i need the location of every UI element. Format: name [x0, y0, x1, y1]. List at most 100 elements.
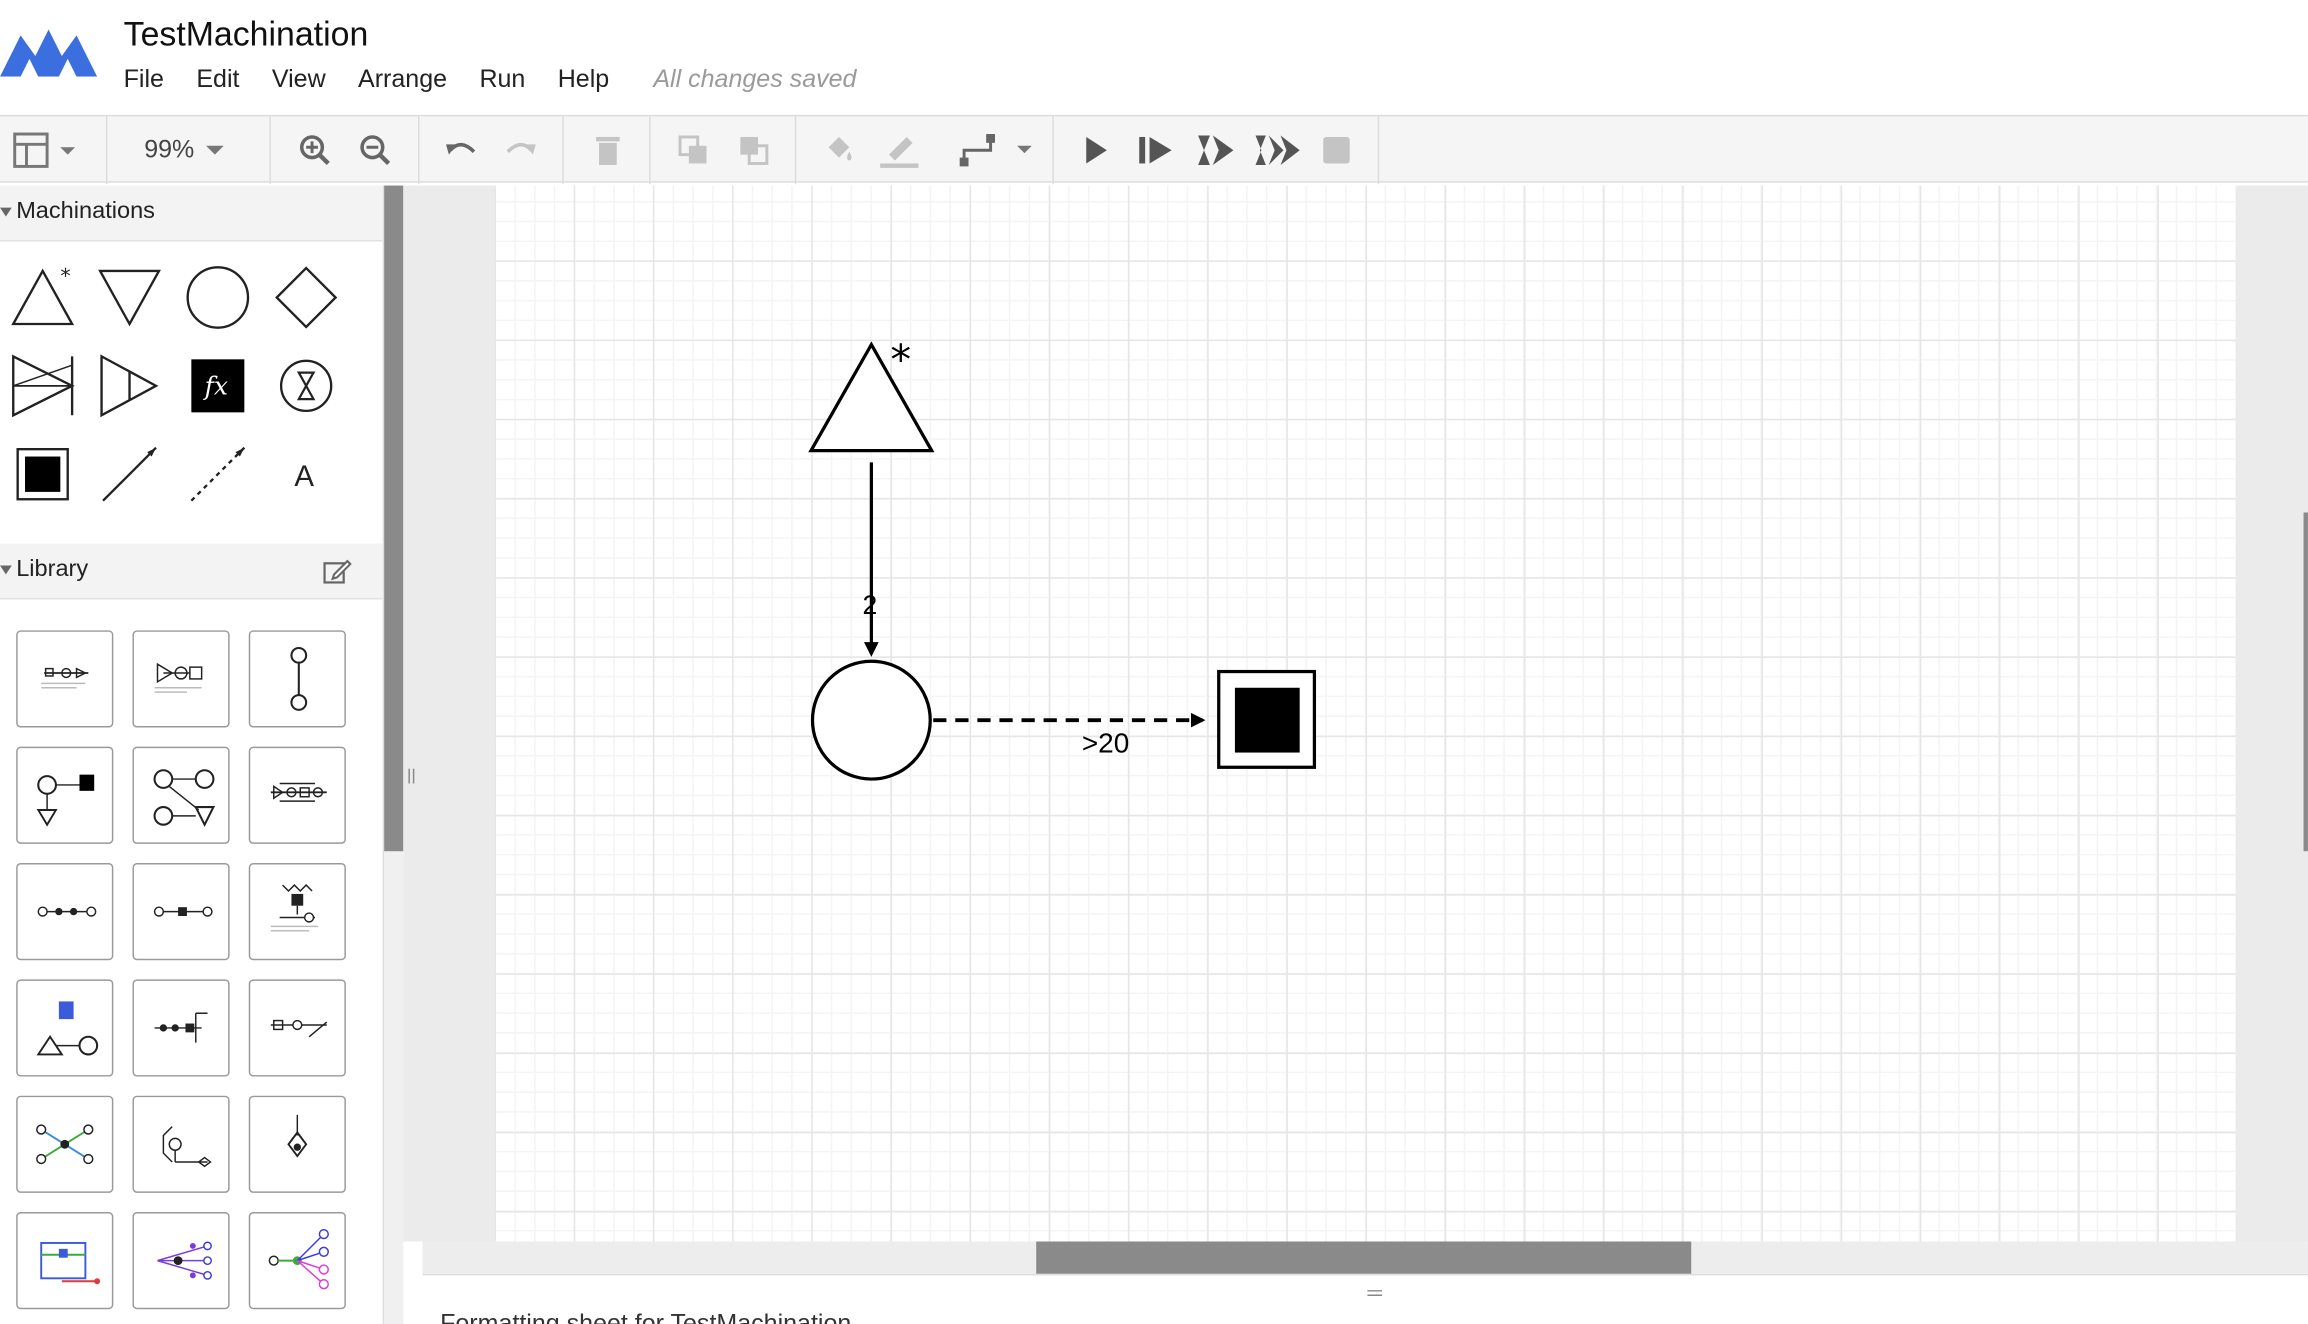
shapes-sidebar: Machinations * fx A Library — [0, 185, 385, 1324]
zoom-out-icon — [358, 133, 393, 168]
to-back-button[interactable] — [730, 116, 777, 184]
quick-run-icon — [1195, 131, 1236, 169]
svg-text:A: A — [294, 460, 314, 493]
resource-connection-label[interactable]: 2 — [863, 590, 878, 620]
library-item-17[interactable] — [132, 1212, 230, 1310]
zoom-out-button[interactable] — [352, 116, 399, 184]
fill-color-button[interactable] — [815, 116, 862, 184]
pool-node[interactable] — [810, 659, 932, 781]
multiple-run-button[interactable] — [1250, 116, 1306, 184]
zoom-dropdown[interactable]: 99% — [121, 116, 253, 184]
chevron-down-icon — [206, 145, 224, 155]
line-color-button[interactable] — [874, 116, 924, 184]
menu-arrange[interactable]: Arrange — [358, 65, 447, 94]
panel-grip-icon[interactable] — [1364, 1278, 1385, 1305]
gate-shape[interactable] — [274, 265, 339, 330]
to-front-button[interactable] — [670, 116, 717, 184]
drain-shape[interactable] — [97, 265, 162, 330]
menu-edit[interactable]: Edit — [196, 65, 239, 94]
library-item-4[interactable] — [16, 746, 114, 844]
trader-shape[interactable] — [97, 353, 162, 418]
zoom-in-icon — [297, 133, 332, 168]
library-item-9[interactable] — [248, 863, 346, 961]
library-item-15[interactable] — [248, 1095, 346, 1193]
library-item-12[interactable] — [248, 979, 346, 1077]
machinations-section-title: Machinations — [16, 198, 155, 224]
document-title[interactable]: TestMachination — [124, 15, 369, 55]
format-panel-icon — [10, 131, 78, 169]
state-connection-shape[interactable] — [185, 442, 250, 507]
step-icon — [1136, 133, 1174, 168]
library-item-18[interactable] — [248, 1212, 346, 1310]
menu-bar: File Edit View Arrange Run Help All chan… — [124, 63, 857, 95]
zoom-in-button[interactable] — [291, 116, 338, 184]
library-item-6[interactable] — [248, 746, 346, 844]
menu-help[interactable]: Help — [558, 65, 609, 94]
library-item-1[interactable] — [16, 630, 114, 728]
canvas-vertical-scrollbar[interactable] — [2303, 512, 2308, 852]
sidebar-scrollbar-thumb[interactable] — [384, 185, 404, 852]
library-item-7[interactable] — [16, 863, 114, 961]
svg-text:*: * — [60, 265, 70, 288]
zoom-level: 99% — [144, 135, 195, 164]
library-section-header[interactable]: Library — [0, 543, 383, 600]
library-item-16[interactable] — [16, 1212, 114, 1310]
stop-button[interactable] — [1316, 116, 1357, 184]
diagram-canvas[interactable]: * 2 >20 — [403, 185, 2308, 1242]
diagram-layer: * 2 >20 — [808, 336, 1317, 781]
end-condition-node[interactable] — [1217, 669, 1317, 769]
play-icon — [1080, 133, 1109, 168]
library-item-8[interactable] — [132, 863, 230, 961]
fill-color-icon — [821, 133, 856, 168]
to-back-icon — [736, 133, 771, 168]
splitter-grip-icon[interactable] — [406, 766, 418, 794]
waypoints-button[interactable] — [954, 116, 1039, 184]
collapse-caret-icon — [0, 565, 12, 575]
to-front-icon — [676, 133, 711, 168]
machinations-section-header[interactable]: Machinations — [0, 185, 383, 242]
register-shape[interactable]: fx — [191, 359, 245, 413]
source-node[interactable]: * — [808, 336, 935, 453]
menu-run[interactable]: Run — [479, 65, 525, 94]
undo-button[interactable] — [437, 116, 484, 184]
toolbar: 99% — [0, 114, 2308, 185]
delete-button[interactable] — [584, 116, 631, 184]
machinations-logo-icon[interactable] — [0, 27, 98, 84]
undo-icon — [443, 133, 478, 168]
pool-shape[interactable] — [185, 265, 250, 330]
library-item-2[interactable] — [132, 630, 230, 728]
source-shape[interactable]: * — [10, 264, 75, 330]
library-item-5[interactable] — [132, 746, 230, 844]
quick-run-button[interactable] — [1192, 116, 1239, 184]
end-condition-shape[interactable] — [10, 442, 75, 507]
save-status: All changes saved — [653, 64, 857, 93]
text-label-shape[interactable]: A — [274, 442, 339, 507]
converter-shape[interactable] — [10, 353, 75, 418]
play-button[interactable] — [1074, 116, 1115, 184]
library-item-10[interactable] — [16, 979, 114, 1077]
library-item-11[interactable] — [132, 979, 230, 1077]
library-item-3[interactable] — [248, 630, 346, 728]
library-section-title: Library — [16, 556, 89, 582]
format-panel: Formatting sheet for TestMachination — [422, 1273, 2308, 1324]
multiple-run-icon — [1253, 131, 1303, 169]
svg-text:fx: fx — [203, 372, 228, 401]
menu-file[interactable]: File — [124, 65, 164, 94]
format-sheet-label: Formatting sheet for TestMachination — [440, 1309, 852, 1324]
menu-view[interactable]: View — [272, 65, 326, 94]
state-connection-label[interactable]: >20 — [1082, 728, 1129, 759]
horizontal-scrollbar-thumb[interactable] — [1036, 1241, 1692, 1274]
library-item-14[interactable] — [132, 1095, 230, 1193]
delay-shape[interactable] — [274, 353, 339, 418]
svg-text:*: * — [890, 336, 911, 384]
stop-icon — [1320, 134, 1352, 166]
step-button[interactable] — [1133, 116, 1177, 184]
redo-icon — [503, 133, 538, 168]
redo-button[interactable] — [498, 116, 545, 184]
collapse-caret-icon — [0, 207, 12, 217]
edit-library-icon[interactable] — [322, 558, 352, 592]
format-panel-button[interactable] — [6, 116, 83, 184]
library-item-13[interactable] — [16, 1095, 114, 1193]
resource-connection-shape[interactable] — [97, 442, 162, 507]
delete-icon — [590, 133, 625, 168]
